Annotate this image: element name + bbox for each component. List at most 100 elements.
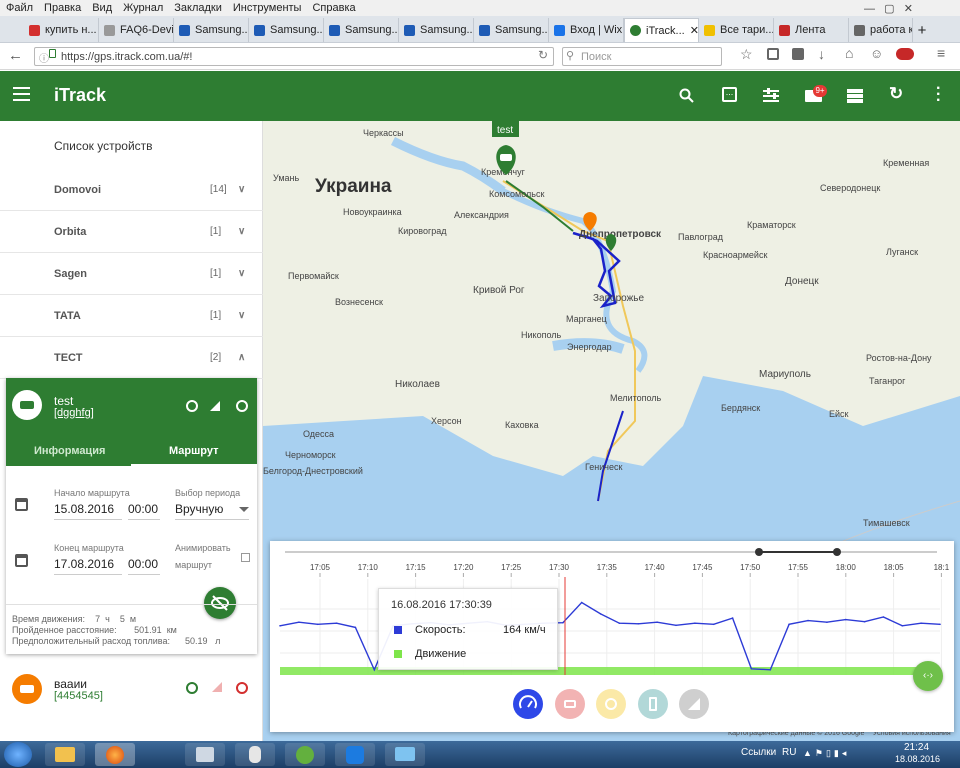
menu-edit[interactable]: Правка (44, 2, 81, 14)
animate-checkbox[interactable] (241, 553, 250, 562)
route-end-time-input[interactable]: 00:00 (128, 557, 160, 575)
chat-icon[interactable]: ☺ (870, 46, 883, 61)
route-end-date-input[interactable]: 17.08.2016 (54, 557, 122, 575)
monitor-taskbar-icon[interactable] (385, 743, 425, 766)
route-start-date-input[interactable]: 15.08.2016 (54, 502, 122, 520)
browser-search-input[interactable]: Поиск (562, 47, 722, 66)
clock-time: 21:24 (904, 742, 930, 753)
browser-tab-active[interactable]: iTrack... ✕ (624, 18, 699, 42)
chevron-down-icon[interactable]: ∨ (238, 184, 245, 195)
filter-sliders-icon[interactable] (763, 88, 779, 103)
city-label: Мелитополь (610, 393, 662, 403)
browser-tab[interactable]: FAQ6-Device... (99, 18, 174, 42)
dropdown-arrow-icon[interactable] (239, 507, 249, 512)
language-indicator[interactable]: RU (782, 747, 796, 758)
utorrent-taskbar-icon[interactable] (285, 743, 325, 766)
signal-metric-button[interactable] (679, 689, 709, 719)
browser-tab[interactable]: Samsung... (174, 18, 249, 42)
device-name[interactable]: вааии (54, 677, 87, 691)
city-label: Энергодар (567, 342, 612, 352)
clock-icon[interactable] (236, 400, 248, 412)
clock-icon[interactable] (236, 682, 248, 694)
speaker-taskbar-icon[interactable] (185, 743, 225, 766)
menu-view[interactable]: Вид (92, 2, 112, 14)
ignition-icon (605, 698, 617, 710)
menu-help[interactable]: Справка (312, 2, 355, 14)
locate-icon[interactable] (186, 400, 198, 412)
browser-tab[interactable]: Все тари... (699, 18, 774, 42)
chevron-down-icon[interactable]: ∨ (238, 268, 245, 279)
device-group-domovoi[interactable]: Domovoi [14] ∨ (0, 169, 263, 211)
device-group-test[interactable]: ТЕСТ [2] ∧ (0, 337, 263, 379)
tab-route[interactable]: Маршрут (169, 445, 219, 457)
speed-point (769, 669, 772, 671)
browser-tab[interactable]: купить н... (24, 18, 99, 42)
adblock-icon[interactable] (896, 48, 914, 60)
browser-tab[interactable]: Samsung... (324, 18, 399, 42)
stat-unit: л (215, 636, 221, 646)
locate-icon[interactable] (186, 682, 198, 694)
browser-tab[interactable]: Samsung... (474, 18, 549, 42)
browser-tab[interactable]: Samsung... (399, 18, 474, 42)
menu-tools[interactable]: Инструменты (233, 2, 302, 14)
user-taskbar-icon[interactable] (235, 743, 275, 766)
time-tick-label: 17:25 (501, 563, 522, 572)
browser-tab[interactable]: Вход | Wix (549, 18, 624, 42)
tray-icons[interactable]: ▲⚑▯▮◂ (803, 748, 849, 759)
engine-metric-button[interactable] (555, 689, 585, 719)
chevron-up-icon[interactable]: ∧ (238, 352, 245, 363)
tab-close-icon[interactable]: ✕ (690, 24, 698, 37)
star-icon[interactable]: ☆ (740, 46, 753, 63)
start-button[interactable] (4, 742, 32, 767)
refresh-icon[interactable]: ↻ (889, 84, 903, 104)
reading-list-icon[interactable] (767, 48, 779, 60)
time-tick-label: 17:45 (692, 563, 713, 572)
route-start-time-input[interactable]: 00:00 (128, 502, 160, 520)
browser-tab[interactable]: Лента (774, 18, 849, 42)
firefox-taskbar-icon[interactable] (95, 743, 135, 766)
device-avatar[interactable] (12, 390, 42, 420)
tab-info[interactable]: Информация (34, 445, 105, 457)
chevron-down-icon[interactable]: ∨ (238, 310, 245, 321)
hide-route-button[interactable] (204, 587, 236, 619)
device-group-orbita[interactable]: Orbita [1] ∨ (0, 211, 263, 253)
device-group-sagen[interactable]: Sagen [1] ∨ (0, 253, 263, 295)
browser-tab[interactable]: Samsung... (249, 18, 324, 42)
pocket-icon[interactable] (792, 48, 804, 60)
expand-chart-button[interactable]: ‹·› (913, 661, 943, 691)
more-vert-icon[interactable]: · · · (936, 81, 941, 109)
speed-metric-button[interactable] (513, 689, 543, 719)
timeline-handle-start[interactable] (755, 548, 763, 556)
new-tab-icon[interactable]: + (913, 18, 931, 42)
city-label: Кременная (883, 158, 929, 168)
device-avatar-orange[interactable] (12, 674, 42, 704)
city-label: Павлоград (678, 232, 724, 242)
period-select[interactable]: Вручную (175, 502, 249, 520)
home-icon[interactable]: ⌂ (845, 45, 853, 61)
teamviewer-taskbar-icon[interactable] (335, 743, 375, 766)
reload-icon[interactable]: ↻ (538, 48, 548, 62)
dots-box-icon[interactable]: ... (722, 87, 737, 102)
device-group-tata[interactable]: TATA [1] ∨ (0, 295, 263, 337)
menu-file[interactable]: Файл (6, 2, 33, 14)
window-controls[interactable]: — ▢ ✕ (864, 2, 913, 15)
info-icon[interactable]: ⓘ (39, 50, 49, 65)
ignition-metric-button[interactable] (596, 689, 626, 719)
explorer-taskbar-icon[interactable] (45, 743, 85, 766)
browser-menu-icon[interactable]: ≡ (937, 45, 945, 61)
download-icon[interactable]: ↓ (818, 46, 825, 62)
hamburger-menu-icon[interactable] (13, 87, 30, 101)
menu-bookmarks[interactable]: Закладки (174, 2, 222, 14)
back-arrow-icon[interactable]: ← (8, 47, 23, 64)
city-label: Ейск (829, 409, 849, 419)
city-label: Херсон (431, 416, 462, 426)
timeline-handle-end[interactable] (833, 548, 841, 556)
list-view-icon[interactable] (847, 89, 863, 103)
chevron-down-icon[interactable]: ∨ (238, 226, 245, 237)
browser-tab[interactable]: работа к... (849, 18, 913, 42)
search-icon[interactable] (679, 88, 694, 103)
battery-metric-button[interactable] (638, 689, 668, 719)
taskbar-links[interactable]: Ссылки (741, 747, 776, 758)
url-input[interactable]: https://gps.itrack.com.ua/#! (34, 47, 554, 66)
menu-history[interactable]: Журнал (123, 2, 163, 14)
